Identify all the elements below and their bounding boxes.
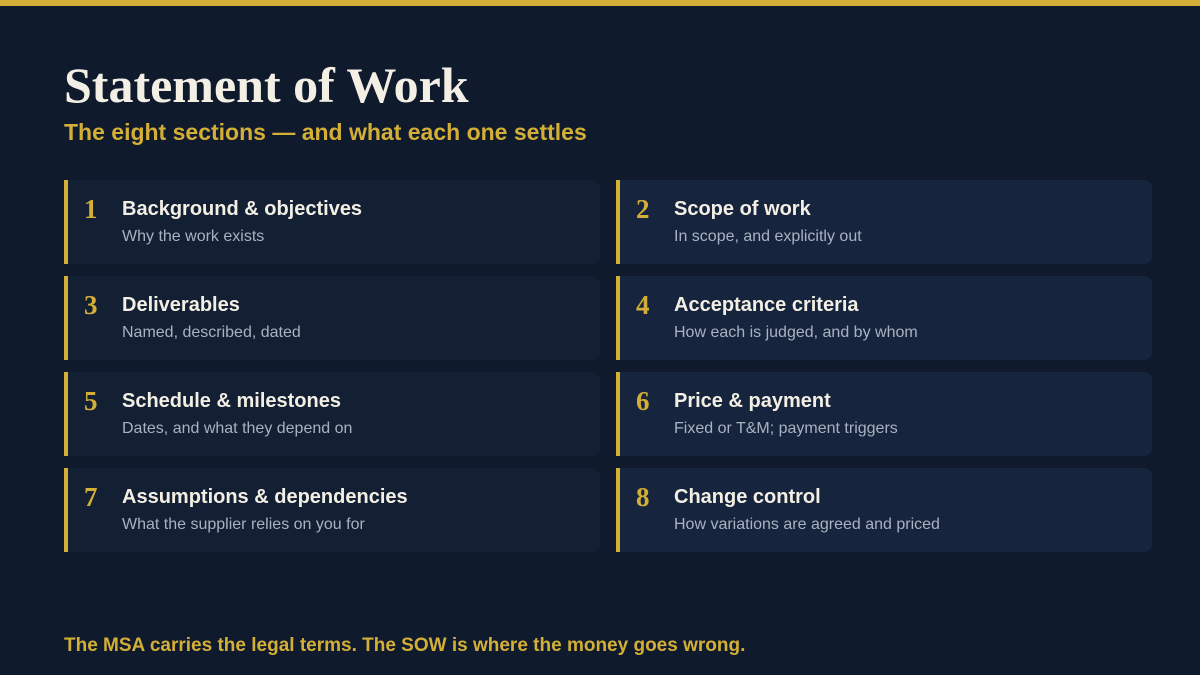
section-title: Assumptions & dependencies [122,486,408,508]
section-text: Deliverables Named, described, dated [122,290,301,343]
section-title: Change control [674,486,821,508]
section-description: What the supplier relies on you for [122,516,365,533]
top-accent-bar [0,0,1200,6]
section-number: 6 [636,386,650,416]
section-text: Price & payment Fixed or T&M; payment tr… [674,386,898,439]
page-subtitle: The eight sections — and what each one s… [64,119,587,145]
section-text: Assumptions & dependencies What the supp… [122,482,408,535]
section-title: Deliverables [122,294,240,316]
section-number: 1 [84,194,98,224]
section-title: Acceptance criteria [674,294,859,316]
section-description: In scope, and explicitly out [674,228,862,245]
section-number: 4 [636,290,650,320]
section-card-3: 3 Deliverables Named, described, dated [64,276,600,360]
section-card-6: 6 Price & payment Fixed or T&M; payment … [616,372,1152,456]
section-title: Price & payment [674,390,831,412]
section-text: Change control How variations are agreed… [674,482,940,535]
section-card-4: 4 Acceptance criteria How each is judged… [616,276,1152,360]
section-text: Schedule & milestones Dates, and what th… [122,386,352,439]
section-title: Schedule & milestones [122,390,341,412]
section-text: Background & objectives Why the work exi… [122,194,362,247]
section-card-2: 2 Scope of work In scope, and explicitly… [616,180,1152,264]
section-text: Scope of work In scope, and explicitly o… [674,194,862,247]
section-card-7: 7 Assumptions & dependencies What the su… [64,468,600,552]
section-card-5: 5 Schedule & milestones Dates, and what … [64,372,600,456]
section-title: Background & objectives [122,198,363,220]
section-description: How each is judged, and by whom [674,324,918,341]
page-title: Statement of Work [64,57,469,113]
section-description: How variations are agreed and priced [674,516,940,533]
section-number: 2 [636,194,650,224]
section-description: Why the work exists [122,228,265,245]
section-title: Scope of work [674,198,811,220]
section-text: Acceptance criteria How each is judged, … [674,290,918,343]
section-card-1: 1 Background & objectives Why the work e… [64,180,600,264]
section-number: 3 [84,290,98,320]
section-number: 8 [636,482,650,512]
section-description: Fixed or T&M; payment triggers [674,420,898,437]
section-description: Dates, and what they depend on [122,420,353,437]
footer-note: The MSA carries the legal terms. The SOW… [64,635,746,656]
section-description: Named, described, dated [122,324,301,341]
section-number: 5 [84,386,98,416]
sections-grid: 1 Background & objectives Why the work e… [64,180,1152,552]
section-number: 7 [84,482,98,512]
section-card-8: 8 Change control How variations are agre… [616,468,1152,552]
